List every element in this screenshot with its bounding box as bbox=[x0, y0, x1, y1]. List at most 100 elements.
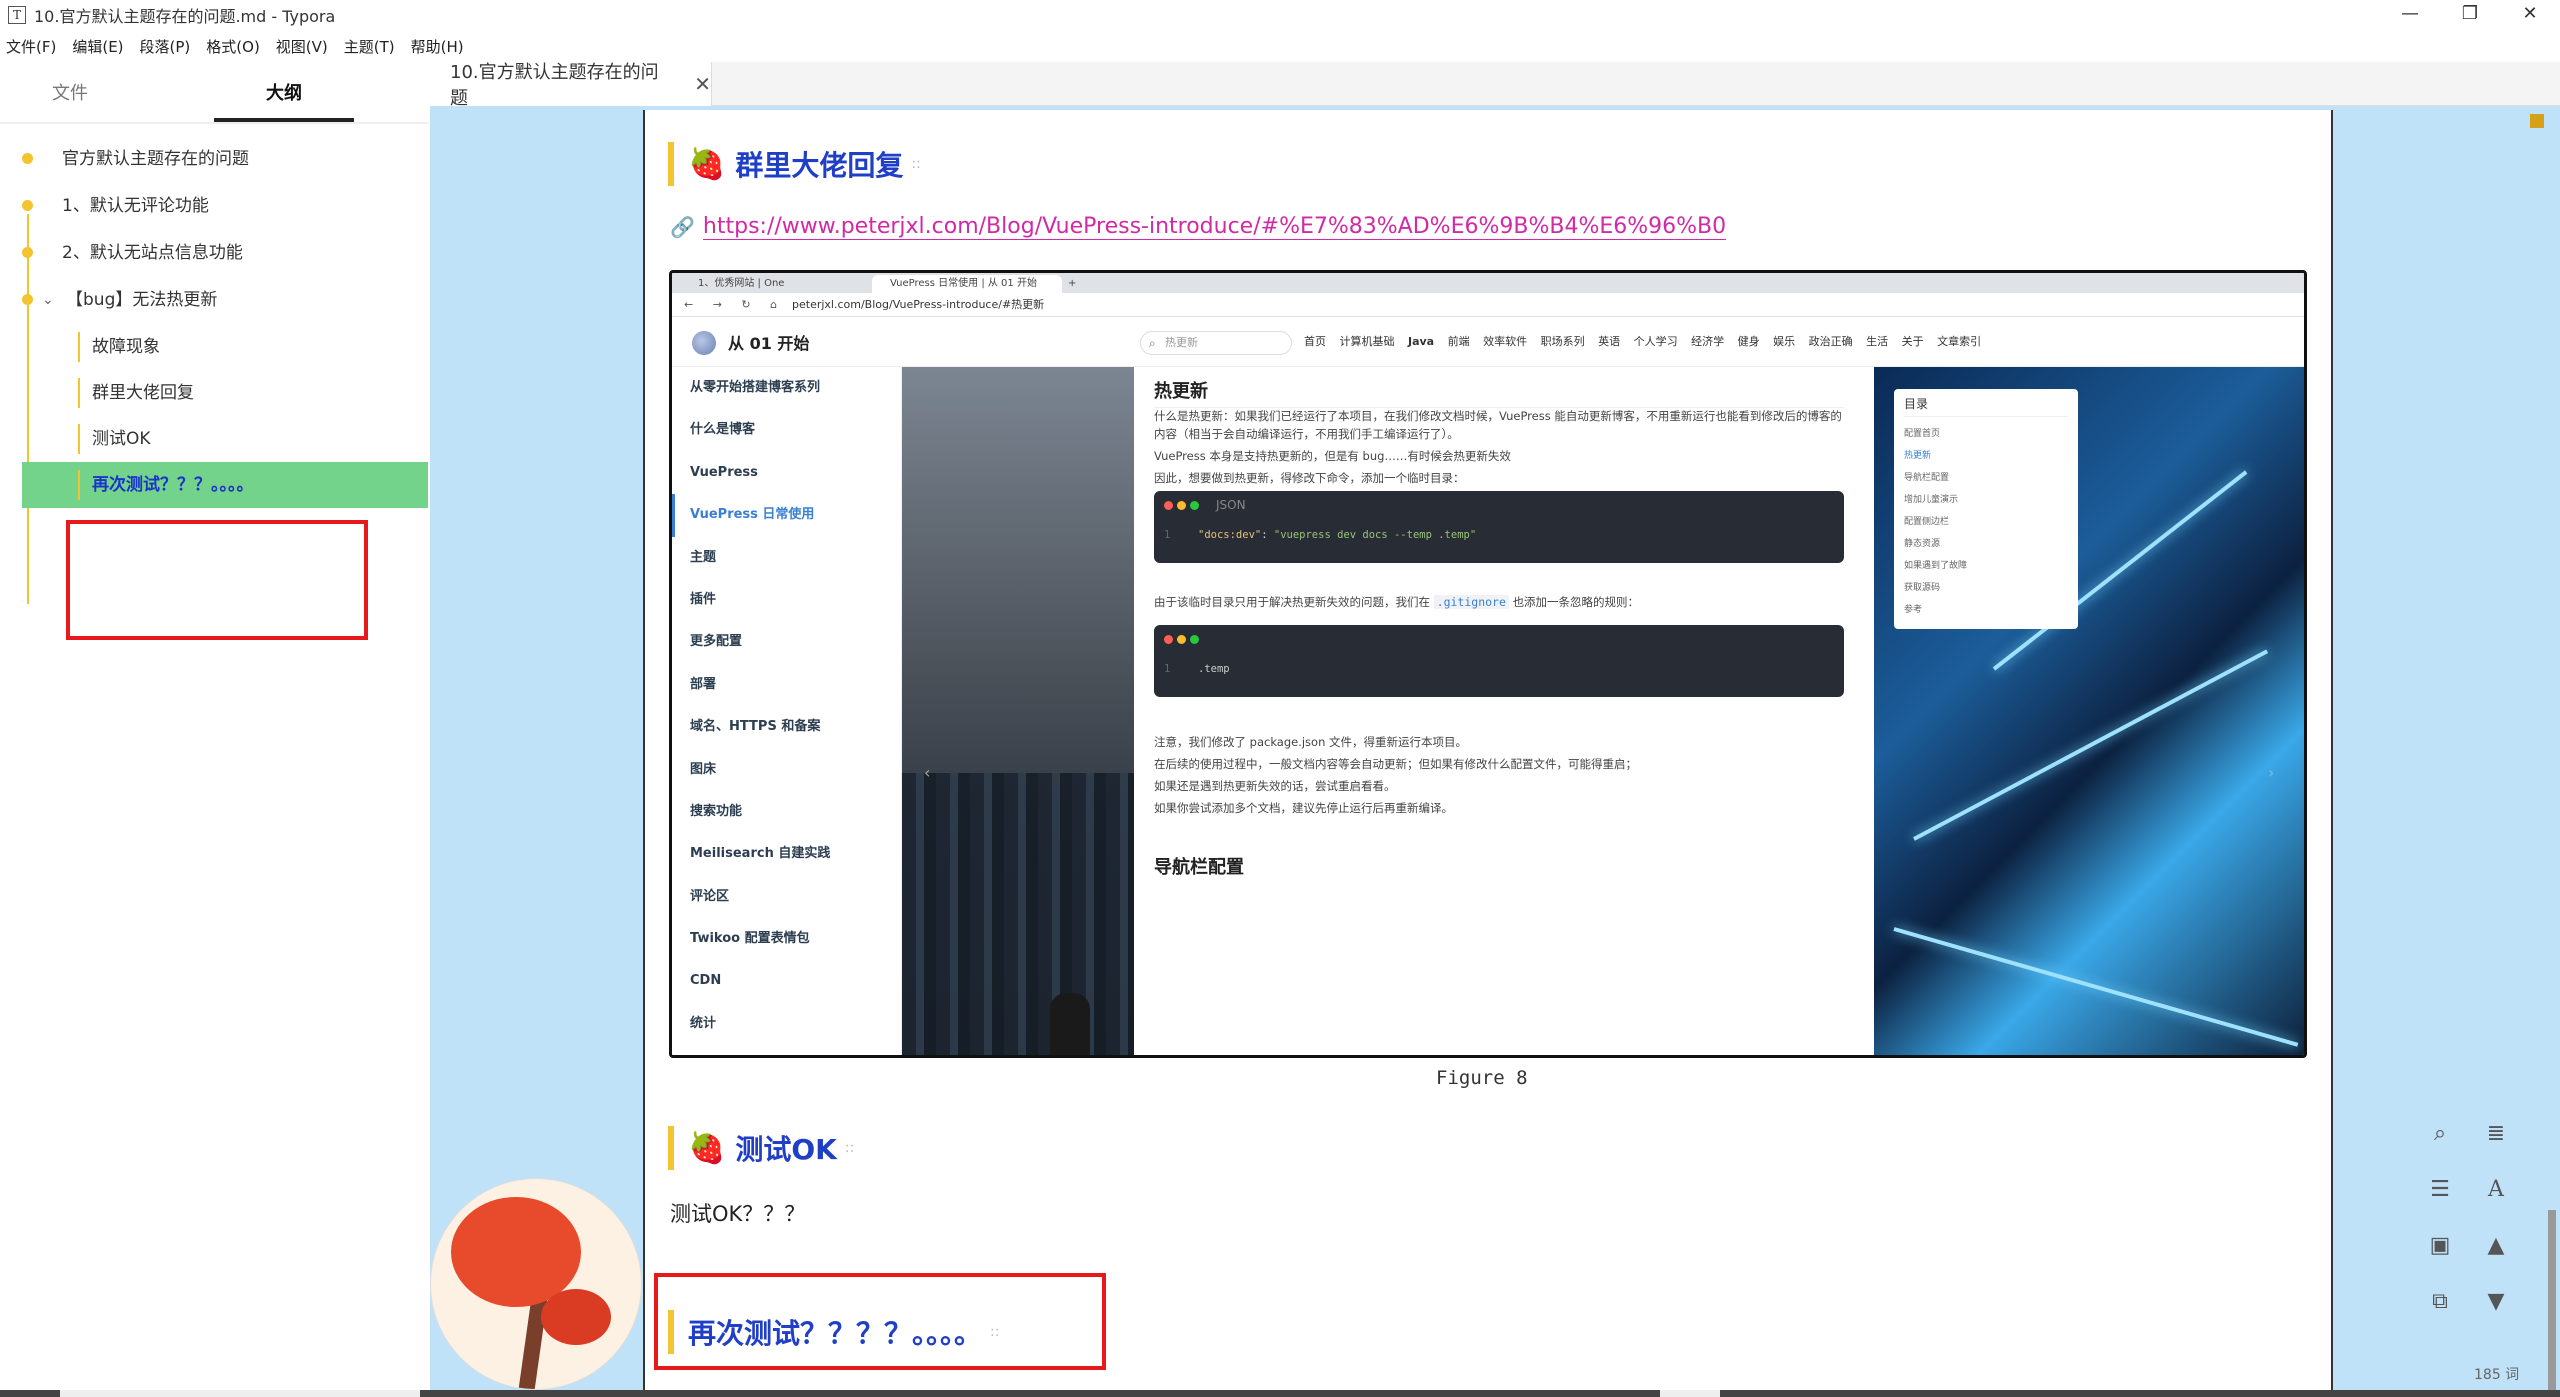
tab-outline[interactable]: 大纲 bbox=[214, 66, 354, 122]
site-sidebar: 从零开始搭建博客系列 什么是博客 VuePress VuePress 日常使用 … bbox=[672, 367, 902, 1055]
menu-paragraph[interactable]: 段落(P) bbox=[140, 36, 191, 57]
scroll-segment bbox=[1660, 1390, 1720, 1397]
heading-group-reply[interactable]: 🍓 群里大佬回复 :: bbox=[668, 142, 921, 186]
outline-label: 官方默认主题存在的问题 bbox=[62, 149, 249, 169]
site-toc: 目录 配置首页 热更新 导航栏配置 增加儿童演示 配置侧边栏 静态资源 如果遇到… bbox=[1894, 389, 2078, 629]
outline-dot-icon bbox=[22, 247, 33, 258]
outline-item[interactable]: 2、默认无站点信息功能 bbox=[0, 230, 428, 277]
outline-dot-icon bbox=[22, 200, 33, 211]
outline-item[interactable]: 1、默认无评论功能 bbox=[0, 183, 428, 230]
outline-subitem-active[interactable]: 再次测试？？？。。。。 bbox=[22, 462, 428, 508]
outline-item[interactable]: 官方默认主题存在的问题 bbox=[0, 136, 428, 183]
article-paragraph: 在后续的使用过程中，一般文档内容等会自动更新；但如果有修改什么配置文件，可能得重… bbox=[1154, 757, 1637, 771]
site-title: 从 01 开始 bbox=[728, 334, 810, 353]
site-nav-item: 娱乐 bbox=[1773, 335, 1796, 348]
chevron-left-icon: ‹ bbox=[924, 763, 931, 782]
heading-anchor-icon: :: bbox=[911, 156, 921, 172]
up-icon[interactable]: ▲ bbox=[2476, 1226, 2516, 1266]
text-run: 也添加一条忽略的规则： bbox=[1512, 595, 1640, 609]
site-sidebar-item: 插件 bbox=[690, 591, 717, 607]
toc-item: 静态资源 bbox=[1904, 539, 1941, 549]
outline-label: 1、默认无评论功能 bbox=[62, 196, 209, 216]
link-paragraph: 🔗 https://www.peterjxl.com/Blog/VuePress… bbox=[670, 214, 1727, 240]
site-sidebar-item: 统计 bbox=[690, 1015, 717, 1031]
site-nav-item: 前端 bbox=[1447, 335, 1470, 348]
site-nav-item: 个人学习 bbox=[1633, 335, 1678, 348]
chevron-right-icon: › bbox=[2268, 763, 2275, 782]
menu-bar: 文件(F) 编辑(E) 段落(P) 格式(O) 视图(V) 主题(T) 帮助(H… bbox=[0, 32, 480, 60]
site-search: 热更新 bbox=[1140, 331, 1292, 355]
site-nav-item: 首页 bbox=[1304, 335, 1326, 348]
site-nav-item: 生活 bbox=[1866, 335, 1889, 348]
outline-item-expanded[interactable]: ⌄ 【bug】无法热更新 bbox=[0, 277, 428, 324]
tree-icon[interactable]: ⧉ bbox=[2420, 1282, 2460, 1322]
strawberry-icon: 🍓 bbox=[688, 1130, 726, 1166]
menu-help[interactable]: 帮助(H) bbox=[411, 36, 464, 57]
toc-item: 参考 bbox=[1904, 605, 1923, 615]
heading-text: 测试OK bbox=[735, 1133, 837, 1166]
site-nav-item: Java bbox=[1408, 335, 1435, 348]
window-dots-icon bbox=[1164, 635, 1203, 647]
toc-item: 如果遇到了故障 bbox=[1904, 561, 1968, 571]
article-paragraph: 因此，想要做到热更新，得修改下命令，添加一个临时目录： bbox=[1154, 471, 1465, 485]
font-icon[interactable]: A bbox=[2476, 1170, 2516, 1210]
article-paragraph: 如果还是遇到热更新失效的话，尝试重启看看。 bbox=[1154, 779, 1396, 793]
toc-item-active: 热更新 bbox=[1904, 451, 1932, 461]
scroll-segment bbox=[60, 1390, 420, 1397]
outline-label: 再次测试？？？。。。。 bbox=[92, 475, 254, 495]
code-line: .temp bbox=[1198, 663, 1230, 675]
site-sidebar-item: 从零开始搭建博客系列 bbox=[690, 380, 821, 395]
search-icon[interactable]: ⌕ bbox=[2420, 1114, 2460, 1154]
window-title: 10.官方默认主题存在的问题.md - Typora bbox=[34, 7, 336, 26]
site-nav-item: 效率软件 bbox=[1483, 335, 1528, 348]
article-heading: 热更新 bbox=[1154, 377, 1844, 408]
site-article: 热更新 什么是热更新：如果我们已经运行了本项目，在我们修改文档时候，VuePre… bbox=[1134, 367, 1874, 1055]
menu-edit[interactable]: 编辑(E) bbox=[72, 36, 123, 57]
annotation-box bbox=[654, 1273, 1106, 1370]
menu-view[interactable]: 视图(V) bbox=[276, 36, 328, 57]
tab-files[interactable]: 文件 bbox=[0, 66, 140, 122]
chevron-down-icon[interactable]: ⌄ bbox=[42, 277, 54, 324]
maximize-button[interactable]: ❐ bbox=[2440, 0, 2500, 30]
article-paragraph: 如果你尝试添加多个文档，建议先停止运行后再重新编译。 bbox=[1154, 801, 1453, 815]
new-tab-icon: + bbox=[1068, 278, 1077, 289]
outline-dot-icon bbox=[22, 153, 33, 164]
horizontal-scrollbar[interactable] bbox=[0, 1390, 2560, 1397]
list-icon[interactable]: ☰ bbox=[2420, 1170, 2460, 1210]
heading-test-ok[interactable]: 🍓 测试OK :: bbox=[668, 1126, 854, 1170]
outline-subitem[interactable]: 群里大佬回复 bbox=[0, 370, 428, 416]
menu-icon[interactable]: ≣ bbox=[2476, 1114, 2516, 1154]
toc-item: 配置首页 bbox=[1904, 429, 1941, 439]
site-sidebar-item: Meilisearch 自建实践 bbox=[690, 846, 831, 862]
sidebar-tabs: 文件 大纲 bbox=[0, 66, 428, 124]
site-sidebar-item: Twikoo 配置表情包 bbox=[690, 931, 810, 947]
outline-subitem[interactable]: 测试OK bbox=[0, 416, 428, 462]
close-button[interactable]: ✕ bbox=[2500, 0, 2560, 30]
title-bar: T 10.官方默认主题存在的问题.md - Typora — ❐ ✕ bbox=[0, 0, 2560, 30]
figure-caption: Figure 8 bbox=[1436, 1067, 1528, 1089]
menu-theme[interactable]: 主题(T) bbox=[344, 36, 395, 57]
toc-item: 导航栏配置 bbox=[1904, 473, 1950, 483]
site-nav-item: 英语 bbox=[1598, 335, 1621, 348]
outline-label: 【bug】无法热更新 bbox=[66, 290, 218, 310]
paragraph[interactable]: 测试OK？？？ bbox=[670, 1198, 805, 1228]
light-beam bbox=[1893, 927, 2299, 1047]
city-skyline bbox=[902, 773, 1134, 1055]
code-block: 1 .temp bbox=[1154, 625, 1844, 697]
document-tab-label: 10.官方默认主题存在的问题 bbox=[450, 62, 659, 109]
vertical-scrollbar[interactable] bbox=[2548, 1210, 2556, 1390]
menu-file[interactable]: 文件(F) bbox=[6, 36, 56, 57]
down-icon[interactable]: ▼ bbox=[2476, 1282, 2516, 1322]
image-icon[interactable]: ▣ bbox=[2420, 1226, 2460, 1266]
figure-image: 1、优秀网站 | One VuePress 日常使用 | 从 01 开始 + ←… bbox=[669, 270, 2307, 1058]
minimize-button[interactable]: — bbox=[2380, 0, 2440, 30]
close-tab-icon[interactable]: ✕ bbox=[694, 72, 711, 96]
site-sidebar-item: VuePress bbox=[690, 464, 758, 480]
heading-bar bbox=[668, 142, 674, 186]
menu-format[interactable]: 格式(O) bbox=[206, 36, 260, 57]
toc-item: 增加儿童演示 bbox=[1904, 495, 1959, 505]
outline-subitem[interactable]: 故障现象 bbox=[0, 324, 428, 370]
hyperlink[interactable]: https://www.peterjxl.com/Blog/VuePress-i… bbox=[702, 214, 1727, 240]
site-sidebar-item: 图床 bbox=[690, 761, 717, 777]
document-tab[interactable]: 10.官方默认主题存在的问题 ✕ bbox=[430, 62, 712, 109]
